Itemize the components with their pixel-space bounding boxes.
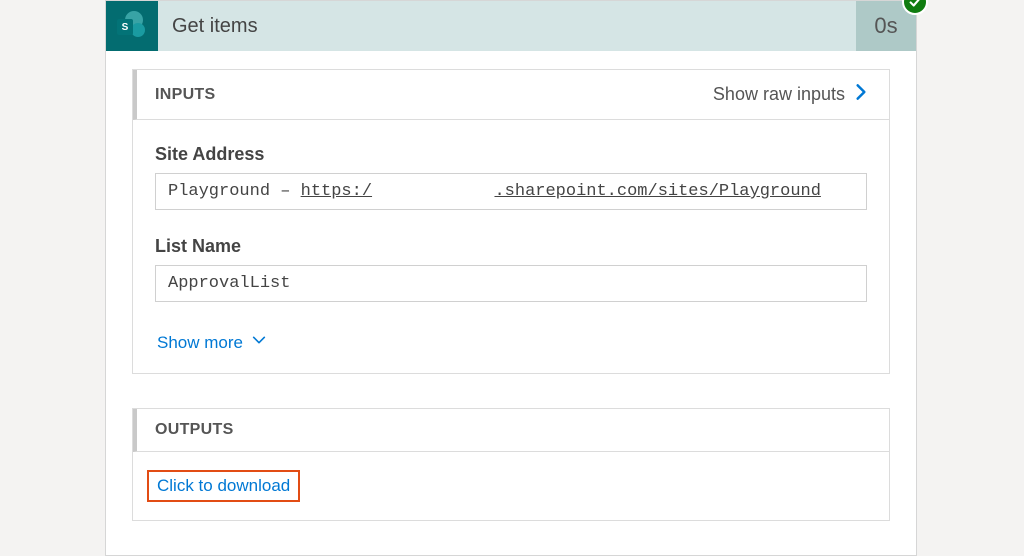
outputs-header: OUTPUTS <box>133 409 889 452</box>
sharepoint-icon: S <box>106 1 158 51</box>
site-address-value[interactable]: Playground – https:/xxxxxxxxxxxx.sharepo… <box>155 173 867 210</box>
show-raw-inputs-text: Show raw inputs <box>713 84 845 105</box>
action-card: S Get items 0s INPUTS Show raw inputs S <box>105 0 917 556</box>
site-address-label: Site Address <box>155 144 867 165</box>
outputs-section: OUTPUTS Click to download <box>132 408 890 521</box>
inputs-header: INPUTS Show raw inputs <box>133 70 889 120</box>
list-name-label: List Name <box>155 236 867 257</box>
action-title: Get items <box>158 15 856 38</box>
outputs-label: OUTPUTS <box>155 421 234 439</box>
inputs-label: INPUTS <box>155 86 215 104</box>
inputs-section: INPUTS Show raw inputs Site Address Play… <box>132 69 890 374</box>
list-name-field: List Name ApprovalList <box>155 236 867 302</box>
action-header[interactable]: S Get items 0s <box>106 1 916 51</box>
chevron-down-icon <box>251 332 267 353</box>
site-address-field: Site Address Playground – https:/xxxxxxx… <box>155 144 867 210</box>
action-body: INPUTS Show raw inputs Site Address Play… <box>106 51 916 521</box>
chevron-right-icon <box>851 82 871 107</box>
list-name-value[interactable]: ApprovalList <box>155 265 867 302</box>
show-more-text: Show more <box>157 333 243 353</box>
download-link[interactable]: Click to download <box>147 470 300 502</box>
show-more-link[interactable]: Show more <box>155 328 867 353</box>
show-raw-inputs-link[interactable]: Show raw inputs <box>713 82 871 107</box>
